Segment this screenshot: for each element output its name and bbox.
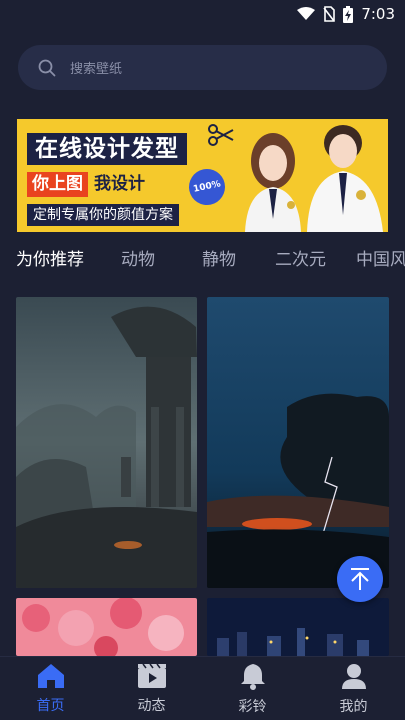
bottom-nav: 首页 动态 彩铃 我的 [0, 656, 405, 720]
arrow-up-icon [351, 568, 369, 590]
tab-recommended[interactable]: 为你推荐 [16, 246, 84, 274]
wallpaper-image [16, 598, 197, 656]
search-icon [38, 59, 56, 76]
home-icon [37, 664, 64, 688]
wifi-icon [297, 7, 316, 20]
tab-chinese-style[interactable]: 中国风 [356, 246, 405, 274]
wallpaper-image [207, 598, 389, 656]
nav-ringtone[interactable]: 彩铃 [202, 657, 303, 720]
status-time: 7:03 [361, 5, 395, 23]
search-bar[interactable]: 搜索壁纸 [18, 45, 387, 90]
user-icon [341, 664, 366, 689]
status-icons: 7:03 [297, 4, 395, 24]
battery-charging-icon [343, 5, 354, 23]
bell-icon [240, 664, 265, 690]
no-sim-icon [323, 6, 336, 22]
nav-label: 彩铃 [238, 699, 267, 715]
tab-anime[interactable]: 二次元 [275, 246, 326, 274]
nav-profile[interactable]: 我的 [303, 657, 404, 720]
wallpaper-item[interactable] [16, 598, 197, 656]
wallpaper-image [16, 297, 197, 588]
back-to-top-button[interactable] [337, 556, 383, 602]
tab-animals[interactable]: 动物 [121, 246, 155, 274]
wallpaper-item[interactable] [207, 598, 389, 656]
banner-subtitle-a: 你上图 [27, 172, 88, 197]
banner-badge: 100% [185, 165, 229, 209]
wallpaper-image [207, 297, 389, 588]
banner-models-image [245, 125, 383, 232]
status-bar: 7:03 [0, 0, 405, 28]
nav-trends[interactable]: 动态 [101, 657, 202, 720]
video-icon [137, 663, 166, 688]
nav-label: 首页 [36, 698, 65, 714]
banner-caption: 定制专属你的颜值方案 [27, 204, 179, 226]
nav-label: 我的 [339, 699, 368, 715]
wallpaper-item[interactable] [16, 297, 197, 588]
search-placeholder: 搜索壁纸 [70, 62, 123, 77]
nav-label: 动态 [137, 698, 166, 714]
category-tabs: 为你推荐 动物 静物 二次元 中国风 [0, 246, 405, 274]
banner-subtitle: 你上图 我设计 [27, 172, 145, 197]
banner-subtitle-b: 我设计 [94, 174, 145, 194]
wallpaper-item[interactable] [207, 297, 389, 588]
banner-title: 在线设计发型 [27, 133, 187, 165]
promo-banner[interactable]: 在线设计发型 你上图 我设计 定制专属你的颜值方案 100% [17, 119, 388, 232]
nav-home[interactable]: 首页 [0, 657, 101, 720]
tab-still-life[interactable]: 静物 [202, 246, 236, 274]
